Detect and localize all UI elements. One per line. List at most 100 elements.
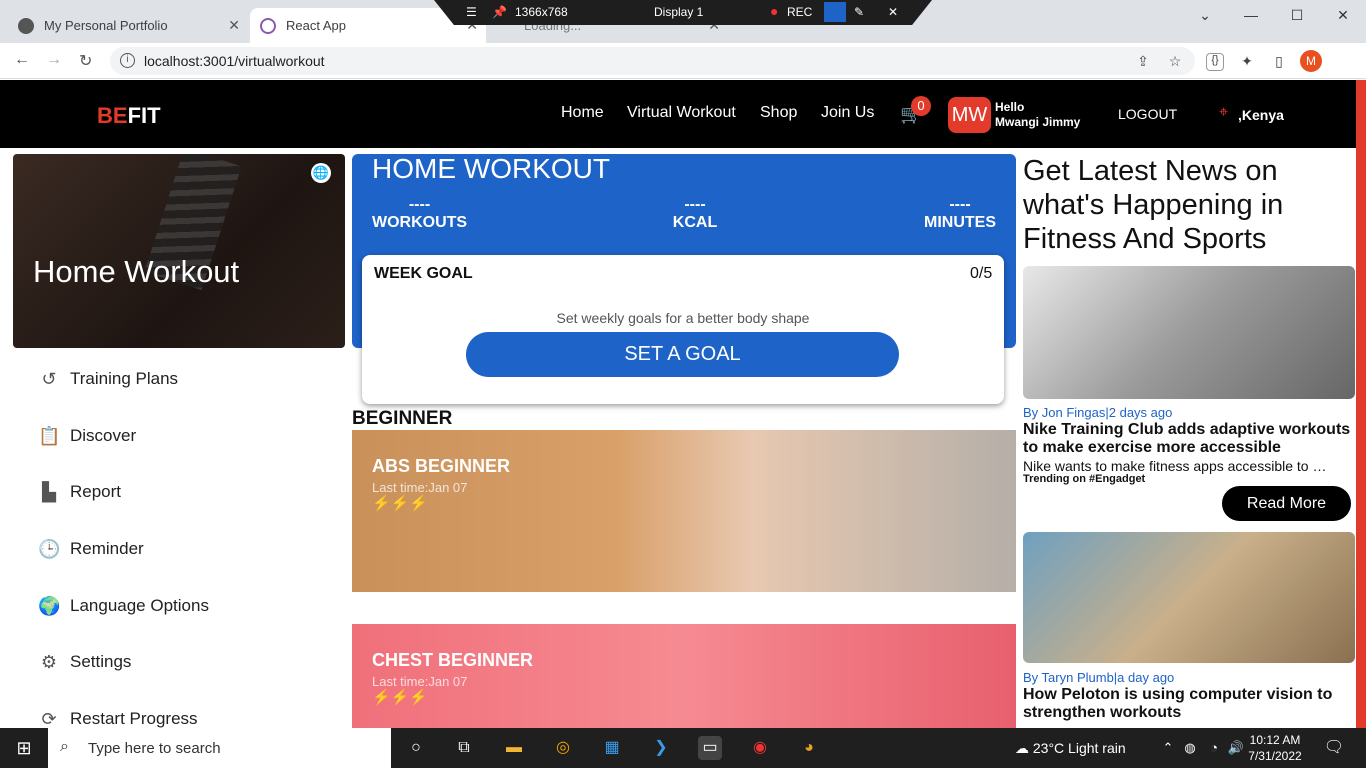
- forward-icon[interactable]: →: [46, 51, 62, 69]
- section-title-beginner: BEGINNER: [352, 408, 453, 429]
- url-input[interactable]: i localhost:3001/virtualworkout: [110, 47, 1195, 75]
- sidebar-icon[interactable]: ▯: [1270, 53, 1288, 71]
- taskbar-clock[interactable]: 10:12 AM 7/31/2022: [1245, 732, 1305, 764]
- share-icon[interactable]: ⇪: [1134, 53, 1152, 71]
- set-goal-button[interactable]: SET A GOAL: [466, 332, 899, 377]
- nav-virtual-workout[interactable]: Virtual Workout: [627, 104, 736, 122]
- globe-icon: 🌍: [38, 596, 61, 616]
- close-window-button[interactable]: ✕: [1320, 0, 1366, 30]
- news-headline[interactable]: Nike Training Club adds adaptive workout…: [1023, 421, 1353, 457]
- info-icon[interactable]: i: [120, 53, 135, 68]
- weather-widget[interactable]: ☁ 23°C Light rain: [1015, 740, 1126, 757]
- workout-card-last-time: Last time:Jan 07: [372, 674, 468, 689]
- nav-home[interactable]: Home: [561, 104, 604, 122]
- stat-kcal: ---- KCAL: [672, 196, 718, 232]
- recorder-rec-label[interactable]: REC: [787, 5, 812, 19]
- json-extension-icon[interactable]: {}: [1206, 53, 1224, 71]
- sidebar-item-training-plans[interactable]: ↺ Training Plans: [38, 368, 178, 390]
- terminal-icon[interactable]: ▭: [698, 736, 722, 760]
- pen-icon[interactable]: ✎: [854, 5, 864, 19]
- page-scrollbar[interactable]: [1356, 80, 1366, 728]
- search-placeholder: Type here to search: [88, 739, 221, 757]
- minimize-button[interactable]: —: [1228, 0, 1274, 30]
- cloud-rain-icon: ☁: [1015, 740, 1029, 756]
- search-icon: ⌕: [60, 738, 69, 755]
- news-image[interactable]: [1023, 266, 1355, 399]
- sidebar-item-language-options[interactable]: 🌍 Language Options: [38, 595, 209, 617]
- nav-shop[interactable]: Shop: [760, 104, 797, 122]
- network-icon[interactable]: ◍: [1178, 736, 1202, 760]
- read-more-button[interactable]: Read More: [1222, 486, 1351, 521]
- workout-card-title: ABS BEGINNER: [372, 456, 511, 476]
- recorder-resolution: 1366x768: [515, 5, 568, 19]
- menu-icon[interactable]: ☰: [466, 5, 477, 19]
- chevron-up-icon[interactable]: ⌃: [1156, 736, 1180, 760]
- difficulty-rating: ⚡⚡⚡: [372, 494, 428, 512]
- recorder-app-icon[interactable]: ◉: [748, 736, 772, 760]
- window-controls: ⌄ — ☐ ✕: [1182, 0, 1366, 30]
- stat-value: ----: [408, 196, 431, 213]
- react-icon: [260, 17, 276, 34]
- puzzle-icon[interactable]: ✦: [1238, 53, 1256, 71]
- nav-join-us[interactable]: Join Us: [821, 104, 874, 122]
- news-byline: By Jon Fingas|2 days ago: [1023, 405, 1173, 420]
- close-icon[interactable]: ✕: [888, 5, 898, 19]
- location-label: ,Kenya: [1238, 107, 1284, 123]
- windows-start-icon[interactable]: ⊞: [12, 736, 36, 760]
- clock-time: 10:12 AM: [1249, 733, 1301, 747]
- vscode-icon[interactable]: ❯: [649, 736, 673, 760]
- news-headline[interactable]: How Peloton is using computer vision to …: [1023, 686, 1353, 722]
- profile-avatar[interactable]: M: [1300, 50, 1322, 72]
- app-header: BEFIT Home Virtual Workout Shop Join Us …: [0, 80, 1356, 148]
- sidebar-item-discover[interactable]: 📋 Discover: [38, 425, 136, 447]
- maximize-button[interactable]: ☐: [1274, 0, 1320, 30]
- sidebar-item-report[interactable]: ▙ Report: [38, 481, 121, 503]
- notifications-icon[interactable]: 🗨: [1322, 736, 1346, 760]
- news-image[interactable]: [1023, 532, 1355, 663]
- clock-icon: 🕒: [38, 539, 61, 559]
- back-icon[interactable]: ←: [14, 51, 30, 69]
- chevron-down-icon[interactable]: ⌄: [1182, 0, 1228, 30]
- news-byline: By Taryn Plumb|a day ago: [1023, 670, 1175, 685]
- sidebar-item-reminder[interactable]: 🕒 Reminder: [38, 538, 144, 560]
- close-icon[interactable]: ✕: [228, 17, 240, 34]
- globe-icon[interactable]: 🌐: [311, 163, 331, 183]
- workout-card-abs-beginner[interactable]: ABS BEGINNER Last time:Jan 07 ⚡⚡⚡: [352, 430, 1016, 592]
- tab-title: React App: [286, 18, 346, 33]
- task-view-icon[interactable]: ⧉: [452, 736, 476, 760]
- star-icon[interactable]: ☆: [1166, 53, 1184, 71]
- home-workout-title: HOME WORKOUT: [372, 153, 610, 184]
- stat-label: WORKOUTS: [372, 214, 468, 231]
- camera-icon[interactable]: [824, 2, 846, 22]
- store-icon[interactable]: ▦: [600, 736, 624, 760]
- address-bar-row: ← → ↻ i localhost:3001/virtualworkout ⇪ …: [0, 43, 1366, 79]
- taskbar-search-input[interactable]: ⌕ Type here to search: [48, 728, 391, 768]
- week-goal-count: 0/5: [970, 265, 993, 282]
- reload-icon[interactable]: ↻: [79, 51, 92, 71]
- home-workout-hero-image: [13, 154, 345, 348]
- sidebar-item-settings[interactable]: ⚙ Settings: [38, 651, 132, 673]
- pin-icon[interactable]: 📌: [492, 5, 507, 19]
- browser-tab-portfolio[interactable]: My Personal Portfolio ✕: [8, 8, 248, 43]
- bolt-icon: ⚡: [390, 495, 410, 512]
- stat-value: ----: [949, 196, 971, 213]
- chrome-icon[interactable]: ◕: [797, 736, 821, 760]
- logout-link[interactable]: LOGOUT: [1118, 106, 1177, 122]
- wifi-icon[interactable]: ◔: [1202, 736, 1226, 760]
- befit-logo[interactable]: BEFIT: [97, 103, 161, 129]
- user-avatar[interactable]: MW: [948, 97, 991, 133]
- bolt-icon: ⚡: [409, 689, 429, 706]
- media-player-icon[interactable]: ◎: [551, 736, 575, 760]
- cortana-icon[interactable]: ○: [404, 736, 428, 760]
- tab-title: My Personal Portfolio: [44, 18, 168, 33]
- location-pin-icon: ⌖: [1219, 104, 1229, 121]
- sidebar-item-restart-progress[interactable]: ⟳ Restart Progress: [38, 708, 197, 730]
- recorder-display[interactable]: Display 1: [654, 5, 703, 19]
- news-heading: Get Latest News on what's Happening in F…: [1023, 155, 1284, 255]
- bolt-icon: ⚡: [372, 495, 391, 512]
- file-explorer-icon[interactable]: ▬: [502, 736, 526, 760]
- news-trending: Trending on #Engadget: [1023, 473, 1146, 485]
- globe-icon: [18, 17, 34, 34]
- record-dot-icon: ●: [770, 3, 779, 19]
- workout-card-chest-beginner[interactable]: CHEST BEGINNER Last time:Jan 07 ⚡⚡⚡: [352, 624, 1016, 728]
